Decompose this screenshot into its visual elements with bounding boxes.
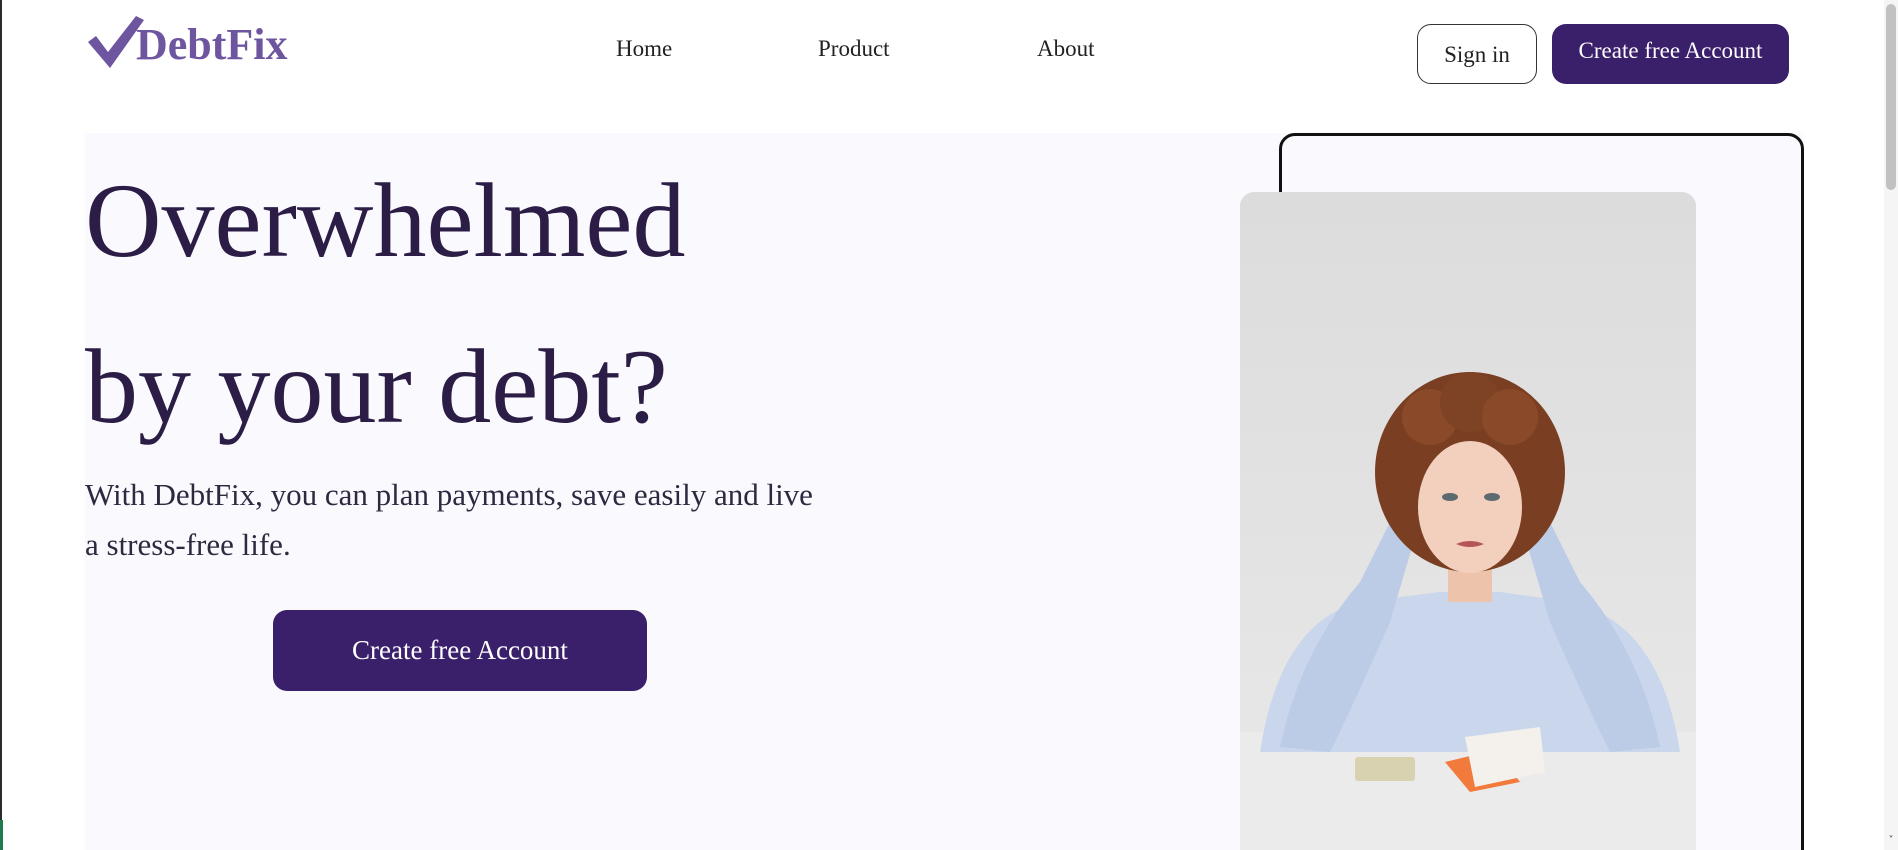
window-edge-accent — [0, 820, 3, 850]
nav-item-product[interactable]: Product — [818, 36, 890, 62]
nav-item-home[interactable]: Home — [616, 36, 672, 62]
hero-create-account-button[interactable]: Create free Account — [273, 610, 647, 691]
hero-title-line-2: by your debt? — [85, 328, 668, 445]
brand-logo[interactable]: DebtFix — [86, 10, 288, 70]
hero-image — [1240, 192, 1696, 850]
signin-button[interactable]: Sign in — [1417, 24, 1537, 84]
landing-page: DebtFix Home Product About Sign in Creat… — [0, 0, 1898, 850]
scrollbar-thumb[interactable] — [1886, 4, 1896, 190]
vertical-scrollbar[interactable]: ˅ — [1884, 0, 1898, 850]
scroll-down-arrow-icon[interactable]: ˅ — [1886, 836, 1896, 846]
hero-title-line-1: Overwhelmed — [85, 162, 686, 279]
window-left-edge — [0, 0, 2, 850]
stressed-woman-photo — [1240, 372, 1696, 850]
header-create-account-button[interactable]: Create free Account — [1552, 24, 1789, 84]
hero-subtitle: With DebtFix, you can plan payments, sav… — [85, 477, 813, 562]
brand-name: DebtFix — [136, 20, 288, 69]
nav-item-about[interactable]: About — [1037, 36, 1095, 62]
